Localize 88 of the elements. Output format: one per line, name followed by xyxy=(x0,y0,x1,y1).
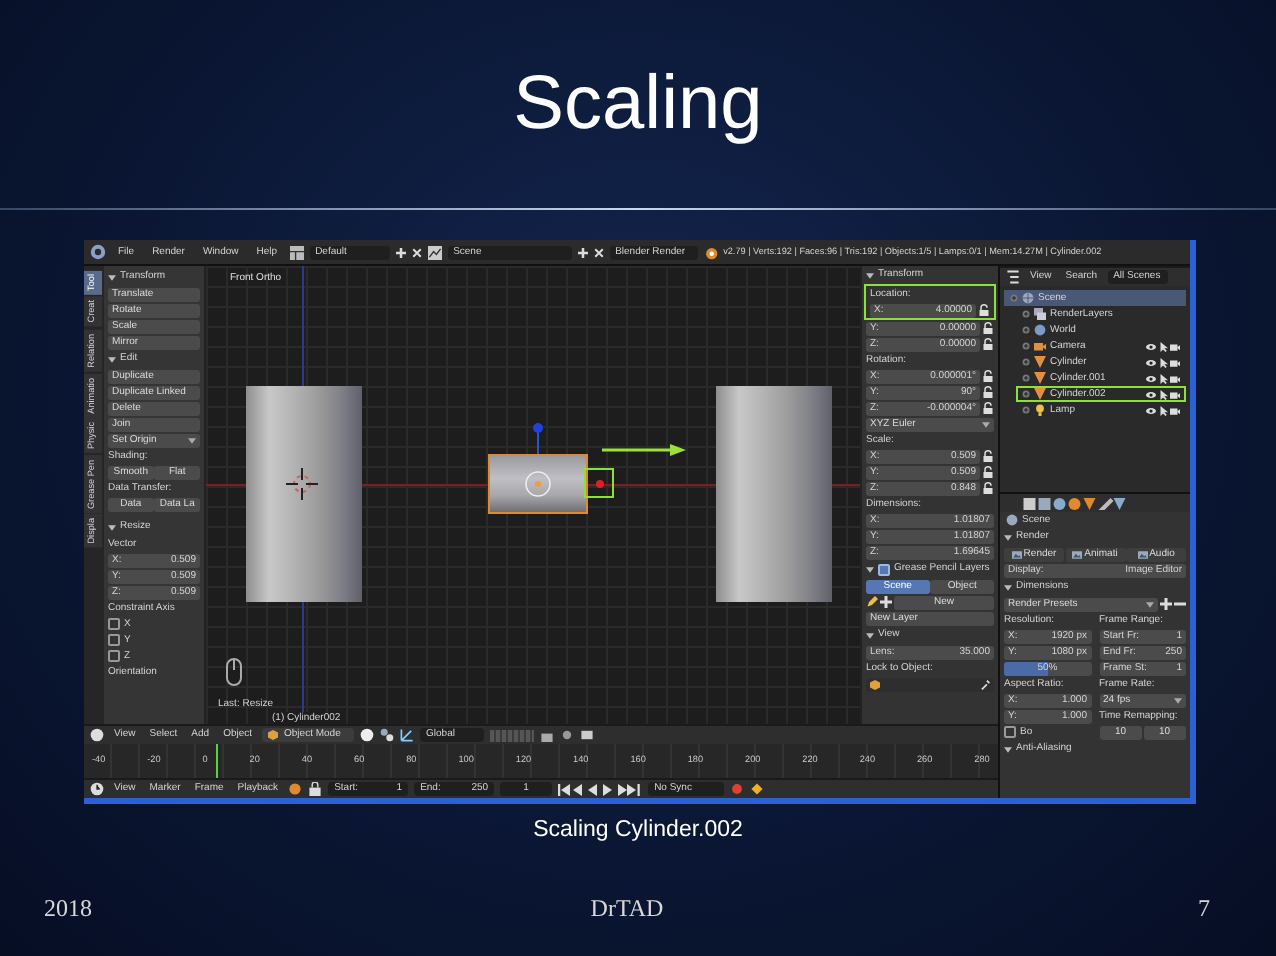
mouse-icon xyxy=(226,658,242,686)
eye-icon[interactable] xyxy=(1146,373,1156,383)
expand-icon[interactable] xyxy=(1022,406,1030,414)
slide-caption: Scaling Cylinder.002 xyxy=(531,818,745,842)
object-field[interactable] xyxy=(866,677,994,691)
camera-icon[interactable] xyxy=(1170,389,1180,399)
collapse-triangle-icon xyxy=(1004,533,1012,541)
globe-icon xyxy=(1022,292,1034,304)
camera-icon xyxy=(1034,340,1046,352)
editor-type-icon[interactable] xyxy=(90,728,104,742)
eye-icon[interactable] xyxy=(1146,341,1156,351)
picture-icon xyxy=(1072,549,1083,559)
collapse-triangle-icon xyxy=(866,565,874,573)
object-origin-icon xyxy=(524,470,552,498)
z-axis-handle[interactable] xyxy=(532,422,544,454)
slide-title: Scaling xyxy=(513,61,763,147)
checkbox[interactable] xyxy=(878,563,890,575)
caret-icon xyxy=(188,437,196,443)
collapse-triangle-icon xyxy=(866,271,874,279)
plus-icon[interactable] xyxy=(577,247,588,257)
expand-icon[interactable] xyxy=(1022,326,1030,334)
cylinder-object[interactable] xyxy=(246,386,362,602)
padlock-icon[interactable] xyxy=(982,338,994,350)
plus-icon[interactable] xyxy=(880,596,892,608)
padlock-icon[interactable] xyxy=(982,450,994,462)
plus-icon[interactable] xyxy=(395,247,406,257)
arrow-icon xyxy=(602,444,686,456)
page-number: 7 xyxy=(1195,894,1210,924)
scale-handle[interactable] xyxy=(595,479,603,487)
caret-icon xyxy=(1174,697,1182,703)
editor-type-icon[interactable] xyxy=(90,244,106,260)
record-icon[interactable] xyxy=(730,782,745,796)
selected-cylinder-object[interactable] xyxy=(488,454,588,514)
3d-cursor-icon xyxy=(286,468,318,500)
picture-icon xyxy=(1137,549,1148,559)
collapse-triangle-icon xyxy=(108,355,116,363)
eye-icon[interactable] xyxy=(1146,357,1156,367)
cylinder-object[interactable] xyxy=(716,386,832,602)
minus-icon[interactable] xyxy=(1174,598,1186,610)
eye-icon[interactable] xyxy=(1146,389,1156,399)
camera-icon[interactable] xyxy=(1170,405,1180,415)
manipulator-icon[interactable] xyxy=(400,728,415,742)
caret-icon xyxy=(982,421,990,427)
padlock-icon[interactable] xyxy=(982,482,994,494)
logo-icon xyxy=(703,245,718,259)
expand-icon[interactable] xyxy=(1022,310,1030,318)
plus-icon[interactable] xyxy=(1160,598,1172,610)
playback-controls-drawing[interactable] xyxy=(558,783,643,795)
layout-icon[interactable] xyxy=(289,245,304,259)
padlock-icon[interactable] xyxy=(982,466,994,478)
globe-icon xyxy=(1034,324,1046,336)
collapse-triangle-icon xyxy=(1004,583,1012,591)
expand-icon[interactable] xyxy=(1010,294,1018,302)
pivot-icon[interactable] xyxy=(380,728,395,742)
collapse-triangle-icon xyxy=(866,631,874,639)
close-icon[interactable] xyxy=(411,247,422,257)
camera-icon[interactable] xyxy=(1170,357,1180,367)
expand-icon[interactable] xyxy=(1022,390,1030,398)
footer-year: 2018 xyxy=(44,894,94,924)
picture-icon xyxy=(1011,549,1022,559)
eyedropper-icon[interactable] xyxy=(980,679,990,689)
sphere-icon[interactable] xyxy=(360,728,375,742)
padlock-icon[interactable] xyxy=(982,370,994,382)
expand-icon[interactable] xyxy=(1022,358,1030,366)
keyframe-icon[interactable] xyxy=(750,782,765,796)
cube-icon xyxy=(268,730,279,740)
collapse-triangle-icon xyxy=(108,273,116,281)
close-icon[interactable] xyxy=(593,247,604,257)
lamp-icon xyxy=(1034,404,1046,416)
clock-icon[interactable] xyxy=(90,782,104,796)
globe-icon xyxy=(1006,514,1018,526)
caret-icon xyxy=(1146,601,1154,607)
footer-author: DrTAD xyxy=(588,894,666,924)
cube-icon xyxy=(870,679,880,689)
padlock-icon[interactable] xyxy=(982,322,994,334)
expand-icon[interactable] xyxy=(1022,374,1030,382)
expand-icon[interactable] xyxy=(1022,342,1030,350)
padlock-icon[interactable] xyxy=(982,402,994,414)
outliner-icon[interactable] xyxy=(1006,270,1020,284)
layers-icon xyxy=(1034,308,1046,320)
padlock-icon[interactable] xyxy=(978,304,990,316)
eye-icon[interactable] xyxy=(1146,405,1156,415)
padlock-icon[interactable] xyxy=(982,386,994,398)
camera-icon[interactable] xyxy=(1170,373,1180,383)
camera-icon[interactable] xyxy=(1170,341,1180,351)
collapse-triangle-icon xyxy=(108,523,116,531)
record-icon[interactable] xyxy=(288,782,303,796)
collapse-triangle-icon xyxy=(1004,745,1012,753)
